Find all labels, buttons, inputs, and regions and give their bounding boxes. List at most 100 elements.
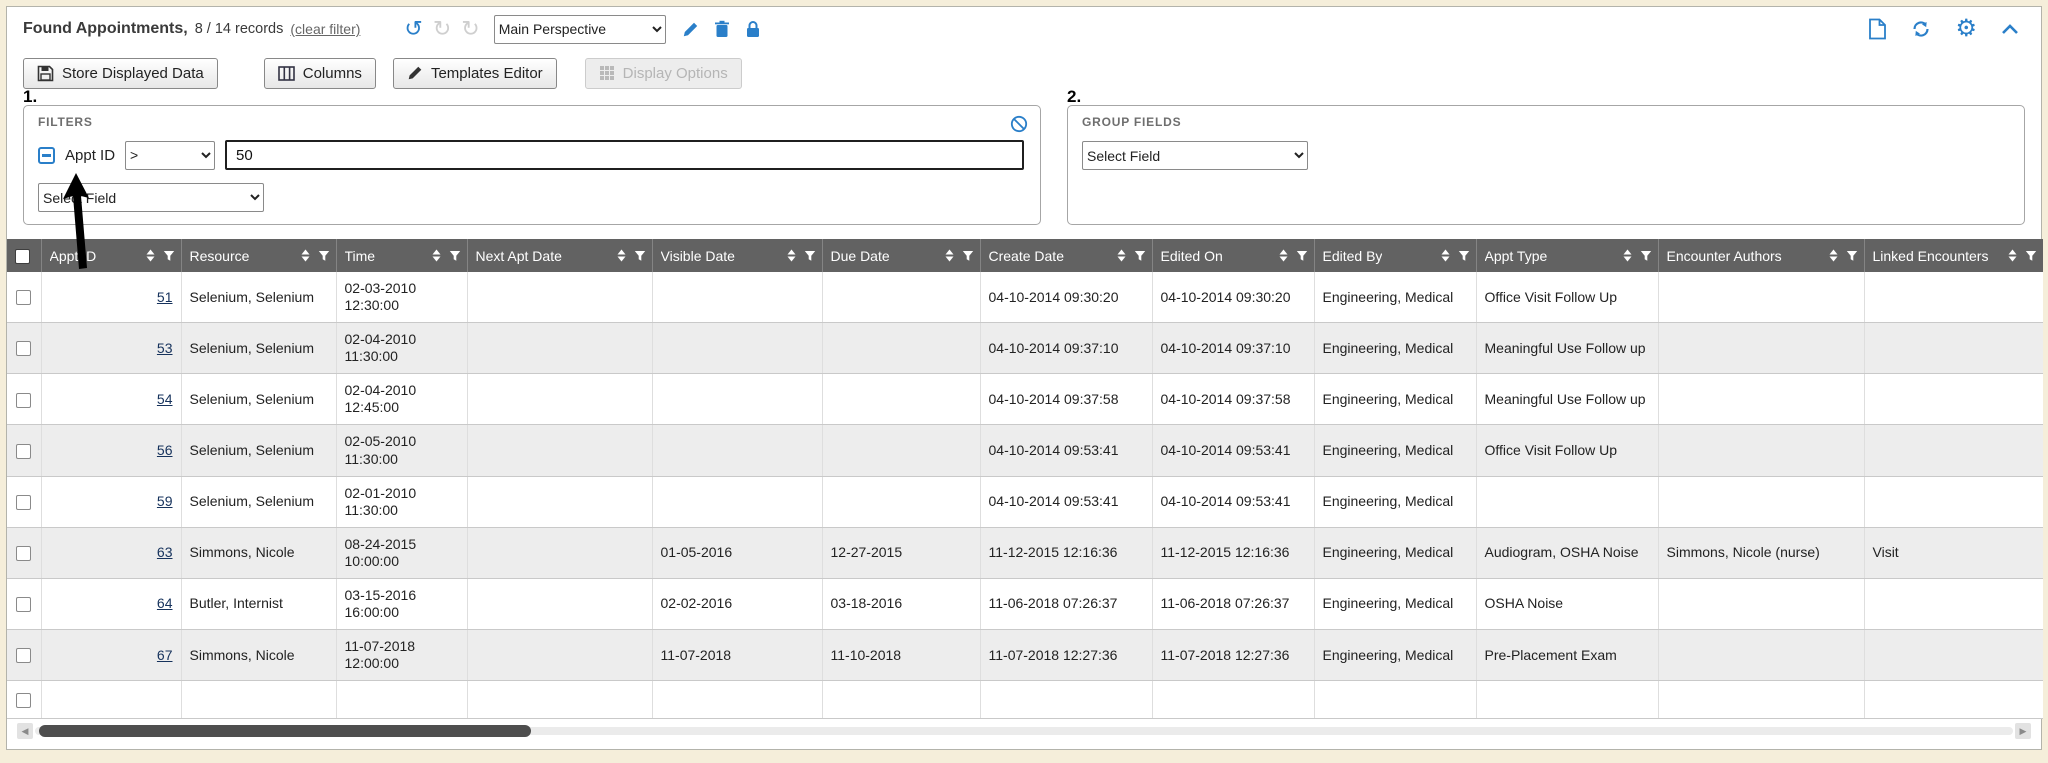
row-checkbox[interactable] [16,495,31,510]
table-row: 63Simmons, Nicole08-24-2015 10:00:0001-0… [7,527,2043,578]
sort-icon[interactable] [1278,249,1289,262]
appt-id-link[interactable]: 59 [157,493,173,509]
display-options-button: Display Options [585,58,742,89]
cell-appt-type: Audiogram, OSHA Noise [1476,527,1658,578]
sort-icon[interactable] [786,249,797,262]
filter-icon[interactable] [804,250,816,262]
column-header-visible-date[interactable]: Visible Date [652,239,822,272]
row-checkbox[interactable] [16,444,31,459]
button-label: Display Options [623,65,728,82]
row-checkbox[interactable] [16,393,31,408]
cell-encounter-authors [1658,578,1864,629]
column-header-due-date[interactable]: Due Date [822,239,980,272]
appt-id-link[interactable]: 56 [157,442,173,458]
column-header-next-apt-date[interactable]: Next Apt Date [467,239,652,272]
group-field-select[interactable]: Select Field [1082,141,1308,170]
appt-id-link[interactable]: 53 [157,340,173,356]
sort-icon[interactable] [1440,249,1451,262]
redo-icon[interactable]: ↻ [433,18,451,40]
pencil-icon[interactable] [682,21,699,38]
scroll-right-button[interactable]: ▶ [2015,723,2031,739]
column-header-create-date[interactable]: Create Date [980,239,1152,272]
sort-icon[interactable] [145,249,156,262]
row-checkbox[interactable] [16,290,31,305]
filter-icon[interactable] [1846,250,1858,262]
filter-icon[interactable] [1134,250,1146,262]
cell-resource: Simmons, Nicole [181,527,336,578]
window-actions: ⚙ [1868,17,2025,41]
sort-icon[interactable] [944,249,955,262]
sort-icon[interactable] [1622,249,1633,262]
store-displayed-data-button[interactable]: Store Displayed Data [23,58,218,89]
filter-icon[interactable] [634,250,646,262]
column-header-linked-encounters[interactable]: Linked Encounters [1864,239,2043,272]
chevron-up-icon[interactable] [2001,23,2019,35]
sort-icon[interactable] [616,249,627,262]
column-header-encounter-authors[interactable]: Encounter Authors [1658,239,1864,272]
add-filter-field-select[interactable]: Select Field [38,183,264,212]
row-checkbox[interactable] [16,546,31,561]
undo-icon[interactable]: ↺ [404,18,422,40]
gear-icon[interactable]: ⚙ [1955,17,1977,41]
filter-icon[interactable] [2025,250,2037,262]
group-fields-heading: GROUP FIELDS [1082,115,2010,129]
filter-icon[interactable] [1296,250,1308,262]
cell-due-date [822,476,980,527]
trash-icon[interactable] [714,20,730,38]
filter-icon[interactable] [962,250,974,262]
filter-value-input[interactable] [225,140,1024,170]
column-header-time[interactable]: Time [336,239,467,272]
filter-icon[interactable] [1640,250,1652,262]
scroll-thumb[interactable] [39,725,531,737]
cell-empty [1658,681,1864,719]
appt-id-link[interactable]: 63 [157,544,173,560]
cell-encounter-authors [1658,323,1864,374]
cell-edited-by: Engineering, Medical [1314,425,1476,476]
column-header-appt-id[interactable]: Appt ID [41,239,181,272]
refresh-icon[interactable] [1911,19,1931,39]
column-header-resource[interactable]: Resource [181,239,336,272]
sort-icon[interactable] [300,249,311,262]
sort-icon[interactable] [1116,249,1127,262]
column-header-appt-type[interactable]: Appt Type [1476,239,1658,272]
templates-editor-button[interactable]: Templates Editor [393,58,557,89]
filter-icon[interactable] [449,250,461,262]
appt-id-link[interactable]: 67 [157,647,173,663]
cell-time: 03-15-2016 16:00:00 [336,578,467,629]
lock-icon[interactable] [745,20,761,39]
column-header-edited-on[interactable]: Edited On [1152,239,1314,272]
appt-id-link[interactable]: 64 [157,595,173,611]
sort-icon[interactable] [1828,249,1839,262]
filter-icon[interactable] [163,250,175,262]
grid-icon [599,65,615,81]
new-document-icon[interactable] [1868,18,1887,40]
row-checkbox[interactable] [16,341,31,356]
columns-button[interactable]: Columns [264,58,376,89]
sort-icon[interactable] [2007,249,2018,262]
table-container: Appt IDResourceTimeNext Apt DateVisible … [7,239,2041,719]
filter-icon[interactable] [1458,250,1470,262]
perspective-select[interactable]: Main Perspective [494,15,666,44]
appt-id-link[interactable]: 54 [157,391,173,407]
sort-icon[interactable] [431,249,442,262]
appointments-panel: Found Appointments, 8 / 14 records (clea… [6,6,2042,750]
cell-next-apt-date [467,630,652,681]
row-select-cell [7,681,41,719]
cell-appt-id: 67 [41,630,181,681]
filter-enabled-checkbox[interactable] [38,147,55,164]
clear-all-filters-icon[interactable] [1010,115,1028,138]
row-checkbox[interactable] [16,597,31,612]
filter-area: 1. 2. FILTERS Appt ID > Select Field GRO… [7,105,2041,225]
clear-filter-link[interactable]: (clear filter) [290,21,360,37]
cell-appt-id: 53 [41,323,181,374]
select-all-checkbox[interactable] [15,249,30,264]
filter-operator-select[interactable]: > [125,141,215,170]
appt-id-link[interactable]: 51 [157,289,173,305]
redo-icon[interactable]: ↻ [461,18,479,40]
row-checkbox[interactable] [16,648,31,663]
cell-visible-date: 01-05-2016 [652,527,822,578]
scroll-left-button[interactable]: ◀ [17,723,33,739]
column-header-edited-by[interactable]: Edited By [1314,239,1476,272]
row-checkbox[interactable] [16,693,31,708]
filter-icon[interactable] [318,250,330,262]
